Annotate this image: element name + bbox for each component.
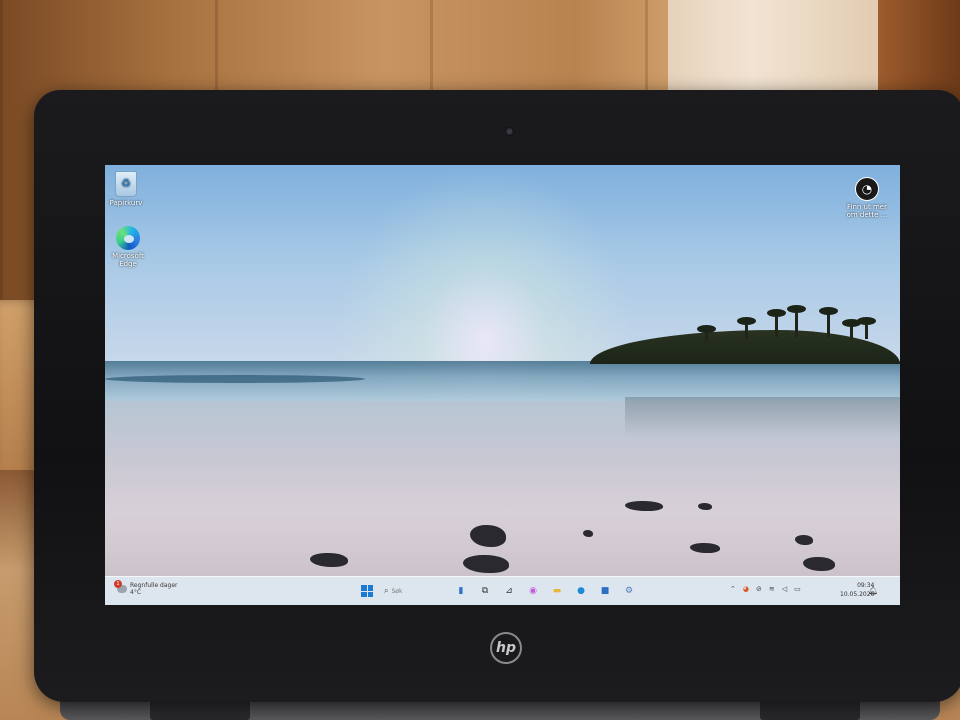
wave: [105, 375, 365, 383]
copilot-icon: ◉: [529, 586, 537, 596]
desktop-icon-label: Papirkurv: [109, 199, 143, 207]
palm-tree: [842, 319, 861, 339]
webcam: [505, 127, 514, 136]
store-icon: ■: [600, 586, 610, 596]
weather-widget[interactable]: 1 Regnfulle dager 4°C: [114, 580, 178, 596]
desktop-icon-label: Edge: [119, 260, 137, 268]
search-icon: ⌕: [384, 586, 389, 595]
system-tray: ⌃ ◕ ⊘ ≋ ◁ ▭: [730, 585, 801, 593]
taskbar-folder[interactable]: ▬: [550, 584, 564, 598]
palm-tree: [697, 325, 716, 341]
taskbar-file-explorer[interactable]: ⊿: [502, 584, 516, 598]
desktop-icon-recycle-bin[interactable]: ♻ Papirkurv: [105, 171, 154, 207]
palm-tree: [737, 317, 756, 339]
color-icon[interactable]: ◕: [743, 585, 749, 593]
taskbar-search[interactable]: ⌕ Søk: [384, 584, 444, 598]
taskbar-copilot[interactable]: ◉: [526, 584, 540, 598]
taskbar: 1 Regnfulle dager 4°C ⌕ Søk ▮ ⧉ ⊿ ◉ ▬ ● …: [105, 576, 900, 605]
start-button[interactable]: [360, 584, 374, 598]
wall-panel: [668, 0, 878, 100]
network-off-icon[interactable]: ⊘: [756, 585, 762, 593]
notification-badge: 1: [114, 580, 122, 588]
weather-text: Regnfulle dager: [130, 582, 178, 589]
desktop-icon-label: Finn ut mer: [847, 203, 887, 211]
recycle-bin-icon: ♻: [115, 171, 137, 197]
weather-temp: 4°C: [130, 589, 142, 596]
taskbar-settings[interactable]: ⚙: [622, 584, 636, 598]
weather-icon-wrap: 1: [114, 580, 127, 593]
desktop-icon-learn-more[interactable]: ◔ Finn ut mer om dette ...: [839, 177, 895, 219]
palm-tree: [819, 307, 838, 337]
notification-bell-icon[interactable]: 🔔︎: [868, 586, 878, 595]
desktop-screen: ♻ Papirkurv Microsoft Edge ◔ Finn ut mer…: [105, 165, 900, 605]
widgets-icon: ▮: [458, 586, 464, 596]
palm-tree: [767, 309, 786, 337]
taskbar-edge[interactable]: ●: [574, 584, 588, 598]
desktop-icon-label: Microsoft: [112, 252, 144, 260]
task-view-icon: ⧉: [481, 586, 489, 596]
file-explorer-icon: ⊿: [505, 586, 513, 596]
hp-logo: hp: [490, 632, 522, 664]
desktop-icon-edge[interactable]: Microsoft Edge: [105, 226, 156, 268]
windows-start-icon: [361, 585, 373, 597]
folder-icon: ▬: [552, 586, 562, 596]
volume-icon[interactable]: ◁: [782, 585, 787, 593]
edge-icon: ●: [577, 586, 585, 596]
edge-icon: [116, 226, 140, 250]
laptop-hinge-left: [150, 700, 250, 720]
laptop-hinge-right: [760, 700, 860, 720]
chevron-up-icon[interactable]: ⌃: [730, 585, 736, 593]
rock: [698, 503, 712, 510]
desktop-icon-label: om dette ...: [846, 211, 888, 219]
wifi-icon[interactable]: ≋: [769, 585, 775, 593]
taskbar-task-view[interactable]: ⧉: [478, 584, 492, 598]
search-placeholder: Søk: [391, 587, 403, 595]
taskbar-widgets[interactable]: ▮: [454, 584, 468, 598]
battery-icon[interactable]: ▭: [794, 585, 801, 593]
rock: [583, 530, 593, 537]
taskbar-store[interactable]: ■: [598, 584, 612, 598]
rock: [795, 535, 813, 545]
water-reflection: [625, 397, 900, 437]
settings-icon: ⚙: [624, 586, 634, 596]
palm-tree: [857, 317, 876, 339]
palm-tree: [787, 305, 806, 337]
learn-more-icon: ◔: [855, 177, 879, 201]
weather-text-block: Regnfulle dager 4°C: [130, 582, 178, 596]
taskbar-center: ⌕ Søk ▮ ⧉ ⊿ ◉ ▬ ● ■ ⚙: [360, 584, 636, 598]
